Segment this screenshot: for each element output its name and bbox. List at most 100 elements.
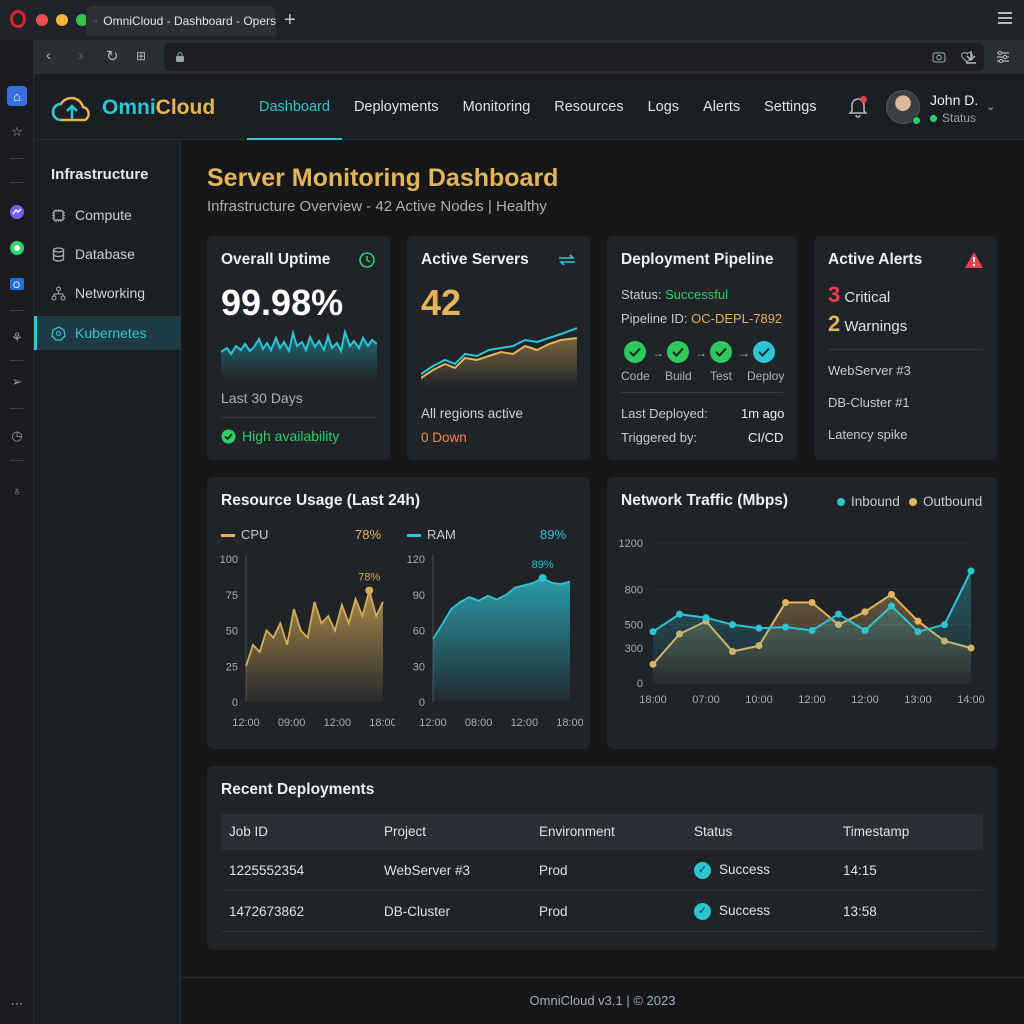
close-window-icon[interactable] xyxy=(36,14,48,26)
network-traffic-card[interactable]: Network Traffic (Mbps) Inbound Outbound … xyxy=(607,477,997,749)
whatsapp-icon[interactable] xyxy=(7,238,27,258)
app-header: OmniCloud Dashboard Deployments Monitori… xyxy=(34,74,1024,140)
stage-build: Build xyxy=(665,369,692,383)
cpu-chart: 0 25 50 75 100 78% 12:00 09:00 12:00 18:00 xyxy=(220,554,395,729)
alert-item[interactable]: WebServer #3 xyxy=(828,363,911,378)
cloud-upload-icon xyxy=(51,96,90,122)
browser-tab[interactable]: OmniCloud - Dashboard - Opers xyxy=(86,6,276,36)
svg-text:→: → xyxy=(738,346,750,360)
x-tick-label: 13:00 xyxy=(904,694,932,706)
servers-card[interactable]: Active Servers 42 All regions active 0 D… xyxy=(407,236,590,460)
column-header[interactable]: Environment xyxy=(539,824,615,839)
alert-item[interactable]: DB-Cluster #1 xyxy=(828,395,910,410)
cell-timestamp: 13:58 xyxy=(843,904,877,919)
network-title: Network Traffic (Mbps) xyxy=(621,492,789,509)
page-title: Server Monitoring Dashboard xyxy=(207,164,559,192)
svg-text:→: → xyxy=(652,346,664,360)
reload-icon[interactable]: ↻ xyxy=(106,47,119,65)
nav-resources[interactable]: Resources xyxy=(542,74,635,140)
sidebar-item-kubernetes[interactable]: Kubernetes xyxy=(34,316,181,350)
sidebar-item-networking[interactable]: Networking xyxy=(34,276,181,310)
triggered-by-value: CI/CD xyxy=(748,430,784,445)
status-text: Success xyxy=(719,903,771,919)
more-icon[interactable]: ⋯ xyxy=(7,994,27,1014)
data-point xyxy=(729,621,736,629)
minimize-window-icon[interactable] xyxy=(56,14,68,26)
recent-deployments-card: Recent Deployments Job ID Project Enviro… xyxy=(207,766,997,950)
messenger-icon[interactable] xyxy=(7,202,27,222)
cell-environment: Prod xyxy=(539,863,568,878)
data-point xyxy=(782,623,789,631)
column-header[interactable]: Status xyxy=(694,824,732,839)
resource-usage-card[interactable]: Resource Usage (Last 24h) CPU 78% RAM 89… xyxy=(207,477,590,749)
alert-item[interactable]: Latency spike xyxy=(828,427,908,442)
y-tick-label: 50 xyxy=(226,626,238,638)
sidebar-item-compute[interactable]: Compute xyxy=(34,198,181,232)
ram-label: RAM xyxy=(427,527,456,542)
settings-sliders-icon[interactable] xyxy=(996,50,1010,64)
nav-dashboard[interactable]: Dashboard xyxy=(247,74,342,140)
nav-settings[interactable]: Settings xyxy=(752,74,828,140)
cell-project: DB-Cluster xyxy=(384,904,451,919)
nav-alerts[interactable]: Alerts xyxy=(691,74,752,140)
y-tick-label: 120 xyxy=(407,554,425,566)
nav-monitoring[interactable]: Monitoring xyxy=(451,74,543,140)
main-content: Server Monitoring Dashboard Infrastructu… xyxy=(181,140,1024,1024)
back-icon[interactable]: ‹ xyxy=(46,47,51,64)
uptime-status: High availability xyxy=(221,428,339,444)
pipeline-card[interactable]: Deployment Pipeline Status: Successful P… xyxy=(607,236,797,460)
cell-environment: Prod xyxy=(539,904,568,919)
online-indicator xyxy=(912,116,921,125)
column-header[interactable]: Project xyxy=(384,824,426,839)
tab-strip: OmniCloud - Dashboard - Opers + xyxy=(0,0,1024,40)
home-icon[interactable]: ⌂ xyxy=(7,86,27,106)
ram-chart: 0 30 60 90 120 89% 12:00 08:00 12:00 18:00 xyxy=(407,554,583,729)
data-point xyxy=(967,567,975,575)
extension-icon[interactable]: ⚘ xyxy=(7,328,27,348)
svg-text:→: → xyxy=(695,346,707,360)
sidebar: Infrastructure Compute Database Networki… xyxy=(34,140,181,1024)
cpu-legend: CPU xyxy=(221,527,268,542)
check-icon: ✓ xyxy=(694,903,711,920)
menu-icon[interactable] xyxy=(998,12,1012,27)
critical-alerts: 3 Critical xyxy=(828,282,890,308)
tabs-grid-icon[interactable]: ⊞ xyxy=(136,49,146,63)
chip-icon xyxy=(51,208,66,223)
pipeline-status: Status: Successful xyxy=(621,287,728,302)
nav-logs[interactable]: Logs xyxy=(636,74,691,140)
data-point xyxy=(941,621,948,629)
history-icon[interactable]: ◷ xyxy=(7,426,27,446)
camera-icon[interactable] xyxy=(932,51,946,63)
y-tick-label: 0 xyxy=(637,678,643,690)
pipeline-status-label: Status: xyxy=(621,287,662,302)
chevron-down-icon[interactable]: ⌄ xyxy=(986,100,995,113)
uptime-card[interactable]: Overall Uptime 99.98% Last 30 Days High … xyxy=(207,236,390,460)
y-tick-label: 25 xyxy=(226,661,238,673)
star-icon[interactable]: ☆ xyxy=(7,122,27,142)
data-point xyxy=(835,610,842,618)
y-tick-label: 30 xyxy=(413,661,425,673)
alerts-card[interactable]: Active Alerts 3 Critical 2 Warnings WebS… xyxy=(814,236,997,460)
svg-text:O: O xyxy=(13,280,20,290)
lightbulb-icon[interactable]: ♁ xyxy=(7,480,27,500)
download-icon[interactable] xyxy=(964,50,978,64)
new-tab-button[interactable]: + xyxy=(284,9,296,32)
brand-logo[interactable]: OmniCloud xyxy=(50,92,215,124)
user-name[interactable]: John D. xyxy=(930,92,978,108)
data-label: 89% xyxy=(532,559,554,571)
column-header[interactable]: Job ID xyxy=(229,824,268,839)
opera-logo-icon[interactable] xyxy=(10,10,26,28)
nav-deployments[interactable]: Deployments xyxy=(342,74,451,140)
stage-deploy: Deploy xyxy=(747,369,785,383)
x-tick-label: 09:00 xyxy=(278,717,306,729)
y-tick-label: 800 xyxy=(625,585,643,597)
url-field[interactable] xyxy=(164,43,984,71)
column-header[interactable]: Timestamp xyxy=(843,824,909,839)
status-text: Success xyxy=(719,862,771,878)
page-subtitle: Infrastructure Overview - 42 Active Node… xyxy=(207,198,547,215)
forward-icon[interactable]: › xyxy=(78,47,83,64)
outlook-icon[interactable]: O xyxy=(7,274,27,294)
sidebar-item-database[interactable]: Database xyxy=(34,237,181,271)
cpu-label: CPU xyxy=(241,527,269,542)
send-icon[interactable]: ➢ xyxy=(7,372,27,392)
